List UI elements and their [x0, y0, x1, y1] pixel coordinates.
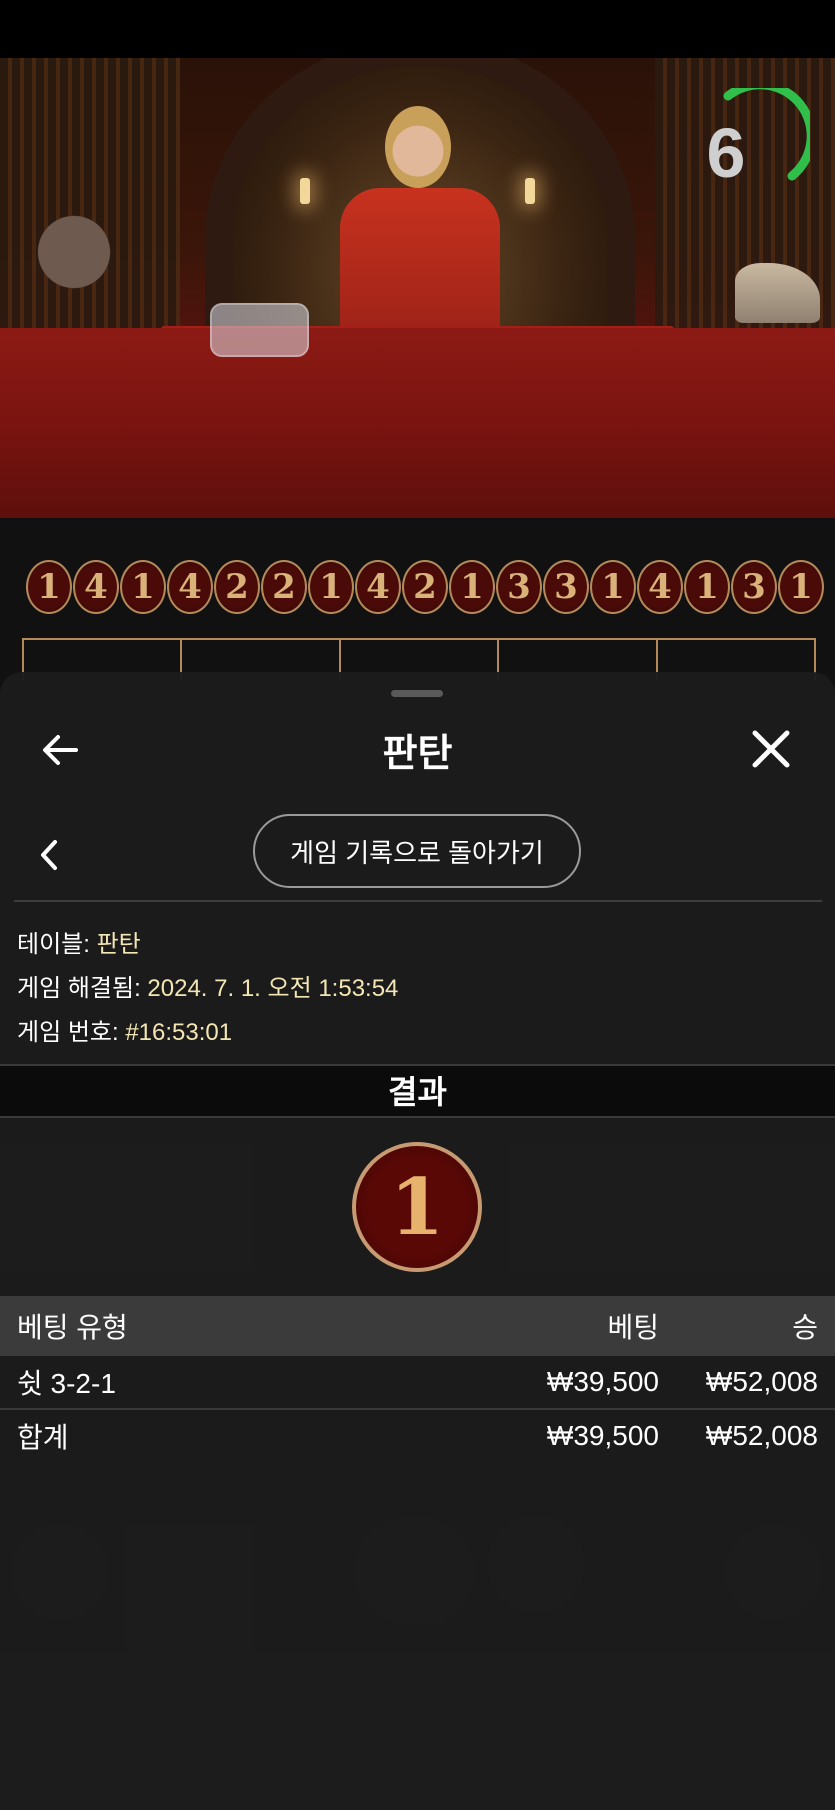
- status-bar: [0, 0, 835, 58]
- row-bet-type: 쉿 3-2-1: [17, 1368, 116, 1399]
- road-ball: 4: [637, 560, 683, 614]
- divider: [14, 900, 822, 902]
- drag-handle[interactable]: [391, 690, 443, 697]
- table-row: 쉿 3-2-1 ₩39,500 ₩52,008: [0, 1356, 835, 1410]
- road-ball: 4: [73, 560, 119, 614]
- road-ball: 1: [590, 560, 636, 614]
- road-ball: 2: [402, 560, 448, 614]
- close-icon[interactable]: [750, 728, 792, 770]
- road-ball: 1: [684, 560, 730, 614]
- total-label: 합계: [17, 1422, 69, 1453]
- history-road: 14142214213314131: [26, 560, 835, 620]
- row-bet-amount: ₩39,500: [546, 1366, 659, 1397]
- road-ball: 1: [120, 560, 166, 614]
- road-ball: 3: [543, 560, 589, 614]
- info-value: 판탄: [96, 931, 141, 958]
- dealer: [385, 106, 451, 188]
- road-ball: 3: [731, 560, 777, 614]
- sheet-title: 판탄: [382, 733, 453, 775]
- info-label: 테이블:: [17, 931, 97, 958]
- road-ball: 1: [308, 560, 354, 614]
- result-ball: 1: [352, 1142, 482, 1272]
- info-value: 2024. 7. 1. 오전 1:53:54: [147, 975, 399, 1002]
- road-ball: 2: [214, 560, 260, 614]
- row-win-amount: ₩52,008: [705, 1366, 818, 1397]
- game-history-sheet: 판탄 게임 기록으로 돌아가기 테이블: 판탄 게임 해결됨: 2024. 7.…: [0, 672, 835, 1810]
- header-win: 승: [792, 1312, 818, 1343]
- total-win-amount: ₩52,008: [705, 1420, 818, 1451]
- table-front: [0, 328, 835, 518]
- bet-table: 베팅 유형 베팅 승 쉿 3-2-1 ₩39,500 ₩52,008 합계 ₩3…: [0, 1296, 835, 1462]
- sheet-header: 판탄: [0, 708, 835, 788]
- info-resolved: 게임 해결됨: 2024. 7. 1. 오전 1:53:54: [17, 968, 398, 1003]
- info-table: 테이블: 판탄: [17, 924, 141, 959]
- road-ball: 3: [496, 560, 542, 614]
- info-game-number: 게임 번호: #16:53:01: [17, 1012, 232, 1047]
- road-ball: 4: [355, 560, 401, 614]
- info-label: 게임 번호:: [17, 1019, 126, 1046]
- chevron-left-icon[interactable]: [36, 838, 62, 872]
- road-ball: 4: [167, 560, 213, 614]
- bet-table-header: 베팅 유형 베팅 승: [0, 1296, 835, 1356]
- dealer-body: [340, 188, 500, 338]
- road-ball: 2: [261, 560, 307, 614]
- table-total-row: 합계 ₩39,500 ₩52,008: [0, 1410, 835, 1462]
- header-bet-type: 베팅 유형: [17, 1312, 128, 1343]
- decor-lamp: [300, 178, 310, 204]
- back-to-history-button[interactable]: 게임 기록으로 돌아가기: [253, 814, 581, 888]
- bead-bowl: [210, 303, 309, 357]
- road-ball: 1: [26, 560, 72, 614]
- info-label: 게임 해결됨:: [17, 975, 148, 1002]
- total-bet-amount: ₩39,500: [546, 1420, 659, 1451]
- countdown-seconds: 6: [706, 114, 746, 192]
- decor-lamp: [525, 178, 535, 204]
- info-value: #16:53:01: [125, 1019, 233, 1046]
- decor-bonsai: [14, 208, 134, 318]
- header-bet: 베팅: [607, 1312, 659, 1343]
- result-header: 결과: [0, 1064, 835, 1118]
- road-ball: 1: [449, 560, 495, 614]
- history-nav: 게임 기록으로 돌아가기: [0, 814, 835, 894]
- road-ball: 1: [778, 560, 824, 614]
